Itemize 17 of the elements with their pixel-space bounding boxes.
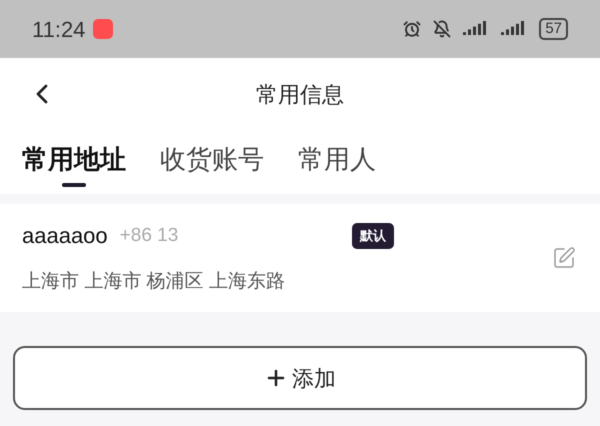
battery-indicator: 57 — [539, 18, 568, 40]
status-time: 11:24 — [32, 16, 86, 44]
bell-off-icon — [433, 20, 452, 38]
add-button[interactable]: 添加 — [13, 346, 587, 410]
address-card[interactable]: aaaaaoo +86 13 默认 上海市 上海市 杨浦区 上海东路 — [0, 204, 600, 312]
address-text: 上海市 上海市 杨浦区 上海东路 — [22, 270, 286, 294]
app-notification-icon — [93, 19, 114, 39]
tab[interactable]: 常用地址 — [22, 140, 126, 191]
page-title: 常用信息 — [256, 80, 344, 108]
tab[interactable]: 收货账号 — [160, 140, 264, 191]
contact-phone: +86 13 — [120, 224, 178, 248]
tab[interactable]: 常用人 — [298, 140, 376, 191]
alarm-icon — [403, 20, 422, 38]
edit-icon — [552, 246, 576, 270]
default-badge: 默认 — [352, 223, 394, 248]
edit-button[interactable] — [552, 246, 576, 270]
contact-name: aaaaaoo — [22, 222, 108, 250]
